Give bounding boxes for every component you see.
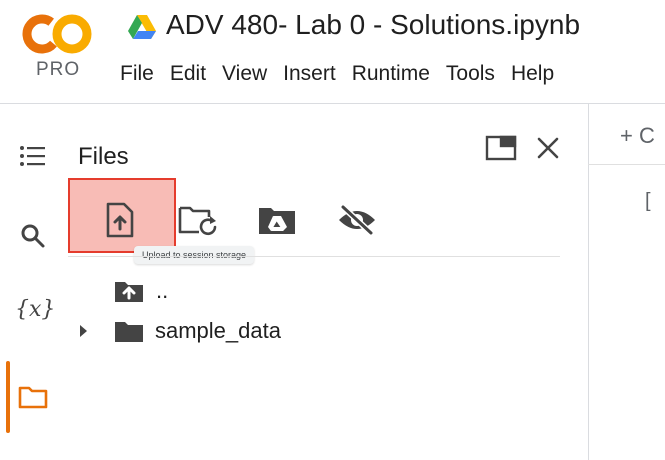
upload-file-icon[interactable] xyxy=(98,198,142,242)
menu-tools[interactable]: Tools xyxy=(446,62,495,86)
folder-icon xyxy=(114,319,144,343)
pro-badge: PRO xyxy=(36,59,81,80)
tree-item-label: .. xyxy=(156,278,169,303)
expand-arrow-icon[interactable] xyxy=(78,319,94,343)
toolbar-separator xyxy=(68,256,560,257)
files-panel-title: Files xyxy=(78,143,129,170)
menu-insert[interactable]: Insert xyxy=(283,62,336,86)
mount-drive-icon[interactable] xyxy=(255,198,299,242)
menu-help[interactable]: Help xyxy=(511,62,554,86)
table-of-contents-icon[interactable] xyxy=(18,141,48,171)
variables-icon[interactable]: {x} xyxy=(15,297,55,322)
menu-edit[interactable]: Edit xyxy=(170,62,206,86)
folder-up-icon xyxy=(114,279,144,303)
folder-icon[interactable] xyxy=(18,382,48,412)
panel-divider xyxy=(588,104,589,460)
google-drive-icon xyxy=(128,15,156,40)
add-code-button[interactable]: + C xyxy=(620,123,655,149)
active-indicator xyxy=(6,361,10,433)
upload-tooltip: Upload to session storage xyxy=(134,246,255,264)
header-divider xyxy=(0,103,665,104)
hide-icon[interactable] xyxy=(335,198,379,242)
tree-item-sample-data[interactable]: sample_data xyxy=(78,318,281,344)
open-in-tab-icon[interactable] xyxy=(484,131,518,165)
menu-bar: File Edit View Insert Runtime Tools Help xyxy=(120,62,570,86)
cell-run-bracket: [ xyxy=(645,190,651,212)
tree-item-label: sample_data xyxy=(155,318,281,343)
notebook-title[interactable]: ADV 480- Lab 0 - Solutions.ipynb xyxy=(166,9,580,41)
search-icon[interactable] xyxy=(18,221,48,251)
menu-runtime[interactable]: Runtime xyxy=(352,62,430,86)
menu-view[interactable]: View xyxy=(222,62,267,86)
menu-file[interactable]: File xyxy=(120,62,154,86)
close-icon[interactable] xyxy=(531,131,565,165)
toolbar-divider xyxy=(588,164,665,165)
tree-item-parent[interactable]: .. xyxy=(114,278,168,304)
refresh-folder-icon[interactable] xyxy=(176,198,220,242)
